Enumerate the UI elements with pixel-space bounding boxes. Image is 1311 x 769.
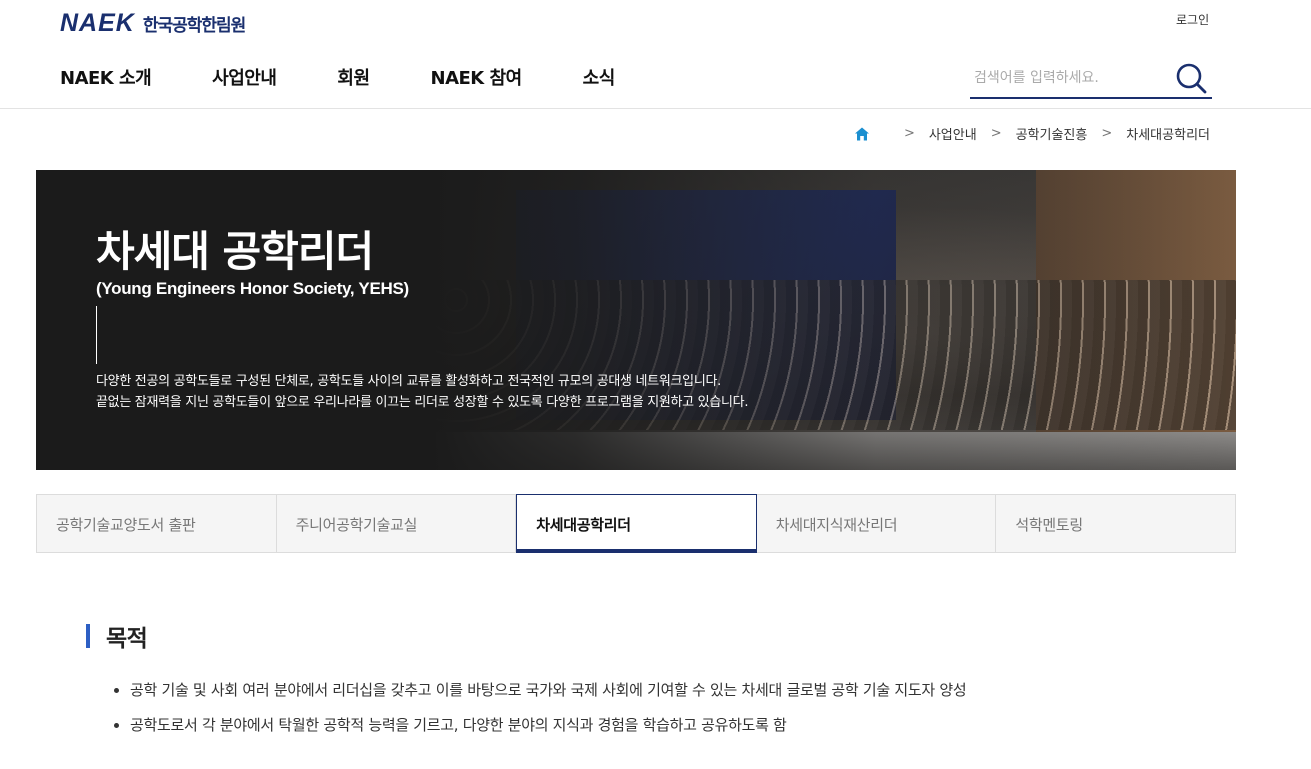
home-icon[interactable] — [854, 126, 870, 142]
banner-subtitle: (Young Engineers Honor Society, YEHS) — [96, 279, 409, 298]
breadcrumb-item-current[interactable]: 차세대공학리더 — [1126, 124, 1210, 143]
search-icon[interactable] — [1174, 61, 1208, 95]
breadcrumb-item-promotion[interactable]: 공학기술진흥 — [1016, 124, 1088, 143]
logo-mark: NAEK — [60, 9, 135, 37]
site-header: NAEK 한국공학한림원 로그인 NAEK 소개 사업안내 회원 NAEK 참여… — [0, 0, 1311, 109]
banner-desc-line: 다양한 전공의 공학도들로 구성된 단체로, 공학도들 사이의 교류를 활성화하… — [96, 374, 721, 389]
main-nav: NAEK 소개 사업안내 회원 NAEK 참여 소식 — [60, 64, 615, 90]
section-title: 목적 — [86, 619, 148, 653]
tab-ip-leader[interactable]: 차세대지식재산리더 — [756, 494, 997, 553]
banner-desc-line: 끝없는 잠재력을 지닌 공학도들이 앞으로 우리나라를 이끄는 리더로 성장할 … — [96, 395, 749, 410]
search-input[interactable] — [974, 66, 1164, 90]
chevron-right-icon: > — [903, 126, 915, 141]
banner-divider — [96, 306, 97, 364]
search-box — [970, 58, 1212, 99]
login-link[interactable]: 로그인 — [1176, 11, 1209, 28]
list-item: 공학도로서 각 분야에서 탁월한 공학적 능력을 기르고, 다양한 분야의 지식… — [112, 708, 966, 743]
tab-junior-class[interactable]: 주니어공학기술교실 — [276, 494, 517, 553]
banner-description: 다양한 전공의 공학도들로 구성된 단체로, 공학도들 사이의 교류를 활성화하… — [96, 371, 748, 413]
chevron-right-icon: > — [990, 126, 1002, 141]
breadcrumb-item-business[interactable]: 사업안내 — [929, 124, 977, 143]
nav-item-news[interactable]: 소식 — [583, 64, 616, 90]
chevron-right-icon: > — [1101, 126, 1113, 141]
tab-young-engineers[interactable]: 차세대공학리더 — [516, 494, 757, 553]
nav-item-participate[interactable]: NAEK 참여 — [431, 64, 523, 90]
banner-gradient — [36, 170, 1236, 470]
sub-tabs: 공학기술교양도서 출판 주니어공학기술교실 차세대공학리더 차세대지식재산리더 … — [36, 494, 1236, 553]
title-accent-bar — [86, 624, 90, 648]
logo-name: 한국공학한림원 — [142, 16, 246, 36]
purpose-list: 공학 기술 및 사회 여러 분야에서 리더십을 갖추고 이를 바탕으로 국가와 … — [112, 673, 967, 743]
banner-title: 차세대 공학리더 — [96, 227, 374, 276]
nav-item-members[interactable]: 회원 — [337, 64, 370, 90]
section-heading: 목적 — [106, 626, 148, 652]
breadcrumb: > 사업안내 > 공학기술진흥 > 차세대공학리더 — [854, 124, 1210, 143]
nav-item-about[interactable]: NAEK 소개 — [60, 64, 152, 90]
tab-mentoring[interactable]: 석학멘토링 — [996, 494, 1236, 553]
tab-book-publishing[interactable]: 공학기술교양도서 출판 — [36, 494, 277, 553]
nav-item-business[interactable]: 사업안내 — [212, 64, 277, 90]
hero-banner: 차세대 공학리더 (Young Engineers Honor Society,… — [36, 170, 1236, 470]
site-logo[interactable]: NAEK 한국공학한림원 — [60, 9, 246, 38]
list-item: 공학 기술 및 사회 여러 분야에서 리더십을 갖추고 이를 바탕으로 국가와 … — [112, 673, 967, 708]
